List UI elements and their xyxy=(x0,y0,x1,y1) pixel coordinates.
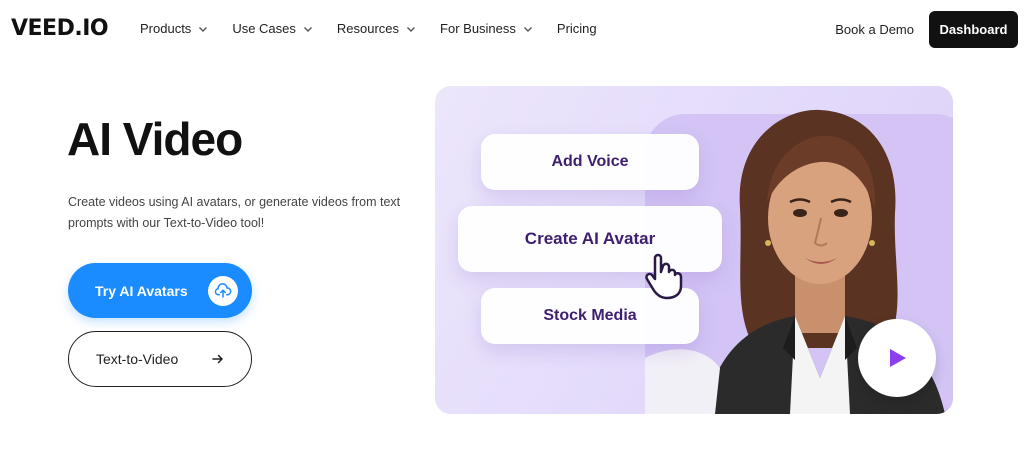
nav-item-pricing[interactable]: Pricing xyxy=(557,21,597,36)
veed-logo[interactable]: VEED.IO xyxy=(11,16,109,41)
chevron-down-icon xyxy=(303,26,312,32)
nav-item-label: Resources xyxy=(336,21,400,36)
dashboard-button[interactable]: Dashboard xyxy=(929,11,1018,48)
nav-item-products[interactable]: Products xyxy=(140,21,208,36)
add-voice-chip[interactable]: Add Voice xyxy=(481,134,699,190)
button-label: Text-to-Video xyxy=(96,351,179,367)
try-ai-avatars-button[interactable]: Try AI Avatars xyxy=(68,263,252,318)
page-title: AI Video xyxy=(67,113,243,165)
hero-description: Create videos using AI avatars, or gener… xyxy=(68,195,401,230)
nav-item-for-business[interactable]: For Business xyxy=(440,21,533,36)
nav-menu: Products Use Cases Resources For Busines… xyxy=(140,21,621,36)
chevron-down-icon xyxy=(199,26,208,32)
nav-actions: Book a Demo Dashboard xyxy=(835,11,1018,48)
upload-cloud-icon xyxy=(208,276,238,306)
hand-pointer-icon xyxy=(645,253,683,300)
nav-item-use-cases[interactable]: Use Cases xyxy=(232,21,313,36)
top-navigation: VEED.IO Products Use Cases Resources For… xyxy=(0,0,1024,60)
play-icon xyxy=(890,349,906,367)
book-demo-link[interactable]: Book a Demo xyxy=(835,22,914,37)
nav-item-resources[interactable]: Resources xyxy=(337,21,416,36)
text-to-video-button[interactable]: Text-to-Video xyxy=(68,331,252,387)
nav-item-label: For Business xyxy=(440,21,516,36)
nav-item-label: Pricing xyxy=(556,21,597,36)
arrow-right-icon xyxy=(212,354,223,364)
play-button[interactable] xyxy=(858,319,936,397)
ai-avatar-preview: Add Voice Create AI Avatar Stock Media xyxy=(435,86,953,414)
nav-item-label: Use Cases xyxy=(232,21,296,36)
button-label: Try AI Avatars xyxy=(95,282,188,299)
chevron-down-icon xyxy=(523,26,532,32)
nav-item-label: Products xyxy=(140,21,192,36)
chevron-down-icon xyxy=(407,26,416,32)
